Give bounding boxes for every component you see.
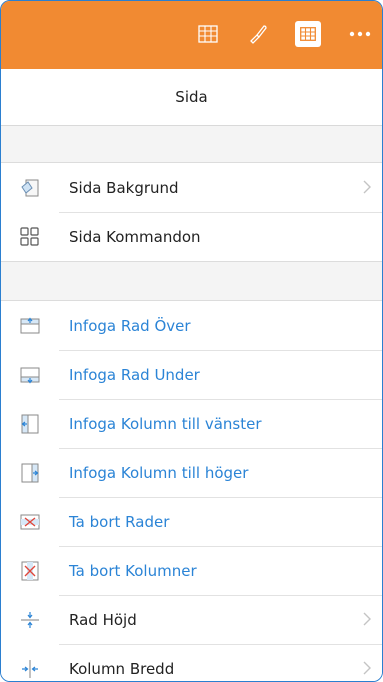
menu-item-page-background[interactable]: Sida Bakgrund — [1, 163, 382, 212]
insert-column-left-icon — [19, 413, 41, 435]
insert-column-right-icon — [19, 462, 41, 484]
page-background-icon — [19, 177, 41, 199]
menu-item-label: Ta bort Kolumner — [69, 561, 197, 580]
menu-item-label: Infoga Kolumn till vänster — [69, 414, 262, 433]
menu-item-insert-column-left[interactable]: Infoga Kolumn till vänster — [1, 399, 382, 448]
menu-item-label: Rad Höjd — [69, 610, 137, 629]
page-title: Sida — [1, 69, 382, 126]
menu-item-label: Ta bort Rader — [69, 512, 170, 531]
table-grid-icon[interactable] — [195, 21, 221, 47]
chevron-right-icon — [362, 178, 372, 196]
app-frame: Sida Sida Bakgrund Sida Kommandon Infoga… — [0, 0, 383, 682]
menu-item-label: Infoga Rad Över — [69, 316, 191, 335]
menu-item-label: Sida Bakgrund — [69, 178, 179, 197]
menu-item-label: Infoga Rad Under — [69, 365, 200, 384]
menu-item-page-commands[interactable]: Sida Kommandon — [1, 212, 382, 261]
menu-item-label: Sida Kommandon — [69, 227, 201, 246]
menu-item-insert-row-below[interactable]: Infoga Rad Under — [1, 350, 382, 399]
more-icon[interactable] — [345, 21, 375, 47]
menu-item-label: Kolumn Bredd — [69, 659, 175, 678]
menu-item-row-height[interactable]: Rad Höjd — [1, 595, 382, 644]
insert-row-above-icon — [19, 315, 41, 337]
menu-item-label: Infoga Kolumn till höger — [69, 463, 249, 482]
menu-item-insert-column-right[interactable]: Infoga Kolumn till höger — [1, 448, 382, 497]
top-toolbar — [1, 1, 382, 69]
row-height-icon — [19, 609, 41, 631]
chevron-right-icon — [362, 659, 372, 677]
grid-commands-icon — [19, 226, 41, 248]
menu-item-insert-row-above[interactable]: Infoga Rad Över — [1, 301, 382, 350]
menu-item-column-width[interactable]: Kolumn Bredd — [1, 644, 382, 681]
table-icon[interactable] — [295, 21, 321, 47]
column-width-icon — [19, 658, 41, 680]
table-options-group: Infoga Rad Över Infoga Rad Under Infoga … — [1, 300, 382, 681]
brush-icon[interactable] — [245, 21, 271, 47]
delete-columns-icon — [19, 560, 41, 582]
section-spacer — [1, 126, 382, 162]
chevron-right-icon — [362, 610, 372, 628]
delete-rows-icon — [19, 511, 41, 533]
menu-item-delete-rows[interactable]: Ta bort Rader — [1, 497, 382, 546]
insert-row-below-icon — [19, 364, 41, 386]
menu-item-delete-columns[interactable]: Ta bort Kolumner — [1, 546, 382, 595]
page-options-group: Sida Bakgrund Sida Kommandon — [1, 162, 382, 262]
